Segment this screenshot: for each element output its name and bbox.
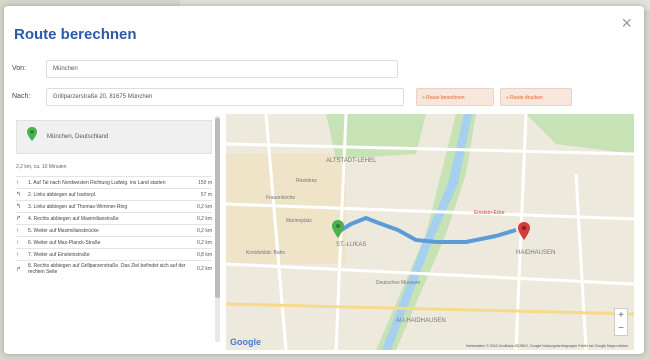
route-summary: 2,2 km, ca. 10 Minuten (16, 164, 67, 170)
direction-step: ↰ 2. Links abbiegen auf Isartorpl. 57 m (16, 188, 212, 200)
map-label-frauenkirche: Frauenkirche (266, 195, 295, 201)
map-label-haidhausen: HAIDHAUSEN (516, 250, 555, 256)
print-route-button[interactable]: » Route drucken (500, 88, 572, 106)
direction-step: ↑ 5. Weiter auf Maximiliansbrücke 0,2 km (16, 224, 212, 236)
from-input[interactable]: München (46, 60, 398, 78)
route-dialog: × Route berechnen Von: München Nach: Gri… (4, 6, 644, 354)
google-logo: Google (230, 337, 261, 347)
map-label-marienplatz: Marienplatz (286, 218, 312, 224)
start-location-label: München, Deutschland (47, 134, 109, 140)
map-label-residenz: Residenz (296, 178, 317, 184)
close-icon[interactable]: × (621, 14, 632, 32)
directions-scroll-thumb[interactable] (215, 118, 220, 298)
straight-arrow-icon: ↑ (16, 179, 19, 186)
straight-arrow-icon: ↑ (16, 251, 19, 258)
dialog-title: Route berechnen (14, 26, 137, 43)
zoom-control: + − (614, 308, 628, 336)
direction-step: ↑ 6. Weiter auf Max-Planck-Straße 0,2 km (16, 236, 212, 248)
map-label-altstadt: ALTSTADT-LEHEL (326, 158, 377, 164)
start-marker-icon (27, 127, 37, 141)
calculate-route-button[interactable]: » Route berechnen (416, 88, 494, 106)
direction-step: ↑ 1. Auf Tal nach Nordwesten Richtung Lu… (16, 176, 212, 188)
turn-left-icon: ↰ (16, 204, 22, 210)
turn-left-icon: ↰ (16, 192, 22, 198)
straight-arrow-icon: ↑ (16, 239, 19, 246)
map-label-au: AU-HAIDHAUSEN (396, 318, 446, 324)
map-attribution[interactable]: Kartendaten © 2016 GeoBasis-DE/BKG, Goog… (466, 344, 628, 348)
map-label-lukas: ST.-LUKAS (336, 242, 366, 248)
map-label-kreis: Kreisfeldstr. Bahn (246, 250, 285, 256)
route-map[interactable]: ALTSTADT-LEHEL ST.-LUKAS HAIDHAUSEN AU-H… (226, 114, 634, 350)
direction-step: ↑ 7. Weiter auf Einsteinstraße 0,8 km (16, 248, 212, 260)
direction-steps: ↑ 1. Auf Tal nach Nordwesten Richtung Lu… (16, 176, 212, 277)
start-location-box: München, Deutschland (16, 120, 212, 154)
to-input[interactable]: Grillparzerstraße 20, 81675 München (46, 88, 404, 106)
map-label-museum: Deutsches Museum (376, 280, 420, 286)
direction-step: ↱ 8. Rechts abbiegen auf Grillparzerstra… (16, 260, 212, 277)
map-canvas[interactable]: ALTSTADT-LEHEL ST.-LUKAS HAIDHAUSEN AU-H… (226, 114, 634, 350)
turn-right-icon: ↱ (16, 266, 22, 273)
hofgarten-park (326, 114, 426, 159)
from-label: Von: (12, 65, 27, 72)
to-label: Nach: (12, 93, 31, 100)
turn-right-icon: ↱ (16, 216, 22, 222)
zoom-out-button[interactable]: − (615, 322, 627, 335)
straight-arrow-icon: ↑ (16, 227, 19, 234)
map-label-einstein: Einstein-Ecke (474, 210, 505, 216)
zoom-in-button[interactable]: + (615, 309, 627, 322)
direction-step: ↰ 3. Links abbiegen auf Thomas-Wimmer-Ri… (16, 200, 212, 212)
directions-panel: München, Deutschland 2,2 km, ca. 10 Minu… (12, 114, 218, 348)
direction-step: ↱ 4. Rechts abbiegen auf Maximilianstraß… (16, 212, 212, 224)
